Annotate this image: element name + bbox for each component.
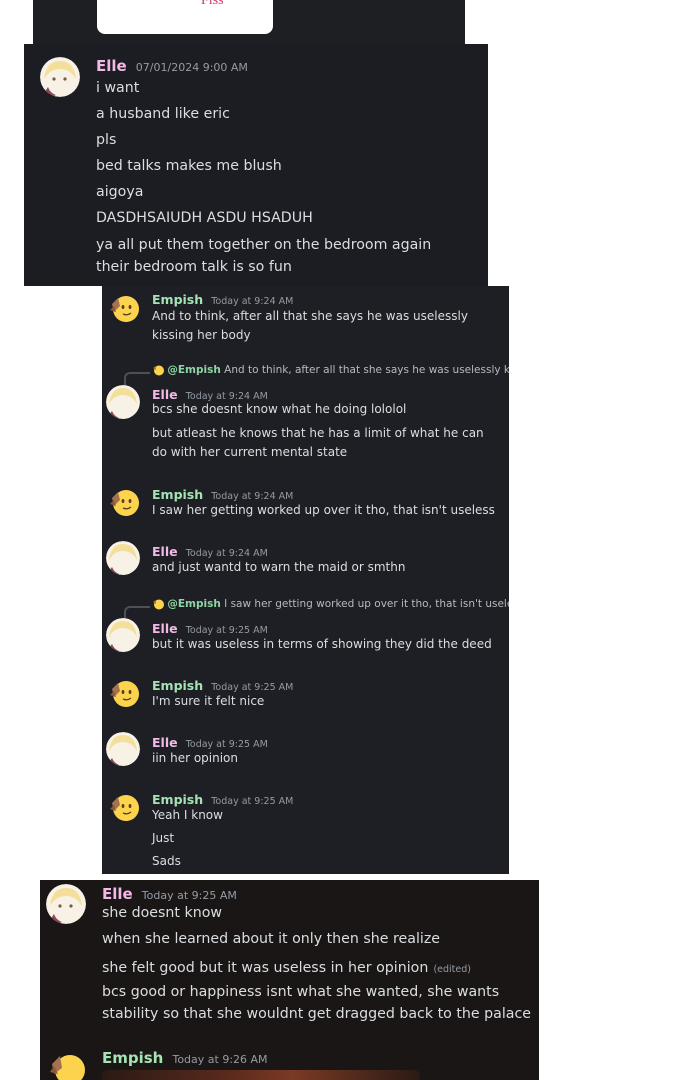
image-attachment[interactable]: Fiss — [97, 0, 273, 34]
message-line: Sads — [152, 854, 181, 868]
reply-text: I saw her getting worked up over it tho,… — [224, 598, 509, 610]
top-strip: Fiss — [33, 0, 465, 44]
message-line: i want — [96, 80, 140, 96]
author-name[interactable]: Empish — [152, 487, 203, 502]
author-name[interactable]: Empish — [152, 678, 203, 693]
timestamp: Today at 9:24 AM — [211, 491, 294, 502]
image-attachment[interactable] — [102, 1070, 420, 1080]
reply-author: @Empish — [167, 364, 221, 376]
message-line: I saw her getting worked up over it tho,… — [152, 503, 495, 517]
message-elle: Elle Today at 9:24 AM and just wantd to … — [102, 539, 509, 583]
author-name[interactable]: Empish — [102, 1049, 163, 1067]
message-line: but atleast he knows that he has a limit… — [152, 426, 484, 459]
timestamp: Today at 9:25 AM — [211, 682, 294, 693]
message-line: And to think, after all that she says he… — [152, 309, 468, 342]
author-name[interactable]: Elle — [152, 387, 178, 402]
elle-avatar[interactable] — [106, 541, 140, 575]
empish-avatar[interactable] — [46, 1048, 86, 1080]
author-name[interactable]: Elle — [102, 885, 133, 903]
message-line: iin her opinion — [152, 751, 239, 765]
elle-avatar[interactable] — [40, 57, 80, 97]
timestamp: Today at 9:24 AM — [211, 296, 294, 307]
message-line: DASDHSAIUDH ASDU HSADUH — [96, 210, 313, 226]
timestamp: Today at 9:24 AM — [185, 548, 268, 559]
reply-preview[interactable]: @Empish I saw her getting worked up over… — [152, 598, 509, 610]
message-line: Just — [152, 831, 175, 845]
message-elle: Elle Today at 9:25 AM iin her opinion — [102, 730, 509, 774]
timestamp: Today at 9:24 AM — [185, 391, 268, 402]
elle-avatar[interactable] — [106, 618, 140, 652]
message-line: Yeah I know — [152, 808, 223, 822]
message-line: bed talks makes me blush — [96, 158, 282, 174]
empish-mini-avatar — [152, 598, 164, 610]
message-line: but it was useless in terms of showing t… — [152, 637, 492, 651]
message-empish: Empish Today at 9:24 AM And to think, af… — [102, 286, 509, 350]
elle-avatar[interactable] — [106, 732, 140, 766]
message-line: when she learned about it only then she … — [102, 931, 441, 947]
message-line: and just wantd to warn the maid or smthn — [152, 560, 406, 574]
message-line: she doesnt know — [102, 905, 222, 921]
message-empish: Empish Today at 9:25 AM Yeah I know Just… — [102, 787, 509, 874]
reply-author: @Empish — [167, 598, 221, 610]
message-line: pls — [96, 132, 117, 148]
empish-avatar[interactable] — [106, 484, 140, 518]
author-name[interactable]: Empish — [152, 792, 203, 807]
elle-avatar[interactable] — [46, 884, 86, 924]
message-line-edited: she felt good but it was useless in her … — [102, 957, 471, 976]
reply-connector — [124, 372, 150, 386]
author-name[interactable]: Elle — [152, 735, 178, 750]
elle-avatar[interactable] — [106, 385, 140, 419]
message-elle-reply: @Empish I saw her getting worked up over… — [102, 596, 509, 662]
message-empish: Empish Today at 9:24 AM I saw her gettin… — [102, 482, 509, 526]
message-empish: Empish Today at 9:25 AM I'm sure it felt… — [102, 673, 509, 717]
message-line: she felt good but it was useless in her … — [102, 960, 429, 976]
message-panel-c: Elle Today at 9:25 AM she doesnt know wh… — [40, 880, 539, 1080]
empish-avatar[interactable] — [106, 290, 140, 324]
message-line: a husband like eric — [96, 106, 230, 122]
timestamp: Today at 9:25 AM — [211, 796, 294, 807]
author-name[interactable]: Elle — [96, 57, 127, 75]
timestamp: Today at 9:26 AM — [172, 1053, 268, 1066]
author-name[interactable]: Elle — [152, 544, 178, 559]
message-header: Elle 07/01/2024 9:00 AM — [96, 56, 248, 75]
timestamp: Today at 9:25 AM — [185, 625, 268, 636]
message-panel-a: Elle 07/01/2024 9:00 AM i want a husband… — [24, 44, 488, 286]
timestamp: Today at 9:25 AM — [141, 889, 237, 902]
empish-mini-avatar — [152, 364, 164, 376]
empish-avatar[interactable] — [106, 675, 140, 709]
reply-text: And to think, after all that she says he… — [224, 364, 509, 376]
message-line: bcs good or happiness isnt what she want… — [102, 984, 531, 1022]
attachment-text: Fiss — [201, 0, 224, 8]
message-panel-b: Empish Today at 9:24 AM And to think, af… — [102, 286, 509, 874]
message-line: aigoya — [96, 184, 144, 200]
author-name[interactable]: Elle — [152, 621, 178, 636]
author-name[interactable]: Empish — [152, 292, 203, 307]
edited-label: (edited) — [433, 964, 471, 975]
message-line: I'm sure it felt nice — [152, 694, 265, 708]
message-line: ya all put them together on the bedroom … — [96, 237, 432, 275]
timestamp: Today at 9:25 AM — [185, 739, 268, 750]
message-line: bcs she doesnt know what he doing lololo… — [152, 402, 407, 416]
reply-preview[interactable]: @Empish And to think, after all that she… — [152, 364, 509, 376]
timestamp: 07/01/2024 9:00 AM — [135, 61, 248, 74]
empish-avatar[interactable] — [106, 789, 140, 823]
message-elle-reply: @Empish And to think, after all that she… — [102, 362, 509, 472]
